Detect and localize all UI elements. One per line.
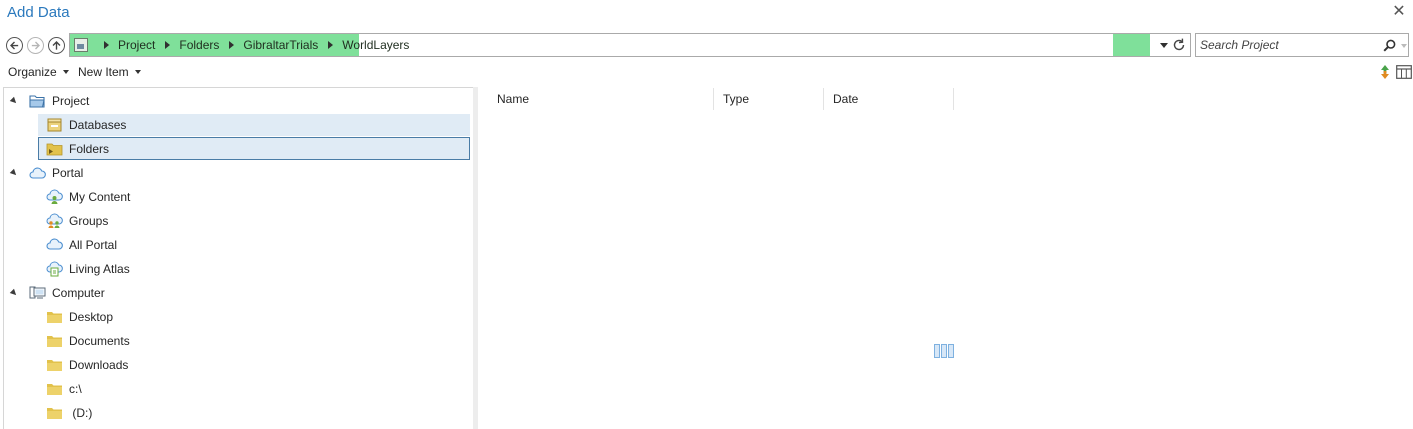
living-atlas-icon — [46, 261, 63, 277]
tree-item-groups[interactable]: Groups — [46, 210, 108, 232]
tree-item-label: (D:) — [69, 406, 93, 420]
breadcrumb: Project Folders GibraltarTrials WorldLay… — [94, 34, 409, 56]
organize-label: Organize — [8, 65, 57, 79]
folder-icon — [47, 336, 62, 347]
tree-item-label: Groups — [69, 214, 109, 228]
my-content-icon — [46, 189, 63, 204]
column-header-name[interactable]: Name — [488, 88, 714, 110]
database-icon — [47, 118, 62, 132]
new-item-button[interactable]: New Item — [78, 65, 141, 79]
column-header-date[interactable]: Date — [824, 88, 954, 110]
arrow-right-icon — [31, 41, 40, 50]
tree-item-project[interactable]: Project — [29, 90, 89, 112]
folder-icon — [47, 360, 62, 371]
tree-item-computer[interactable]: Computer — [29, 282, 105, 304]
tree-item-desktop[interactable]: Desktop — [46, 306, 113, 328]
search-input[interactable] — [1200, 37, 1380, 53]
project-folder-icon — [29, 95, 45, 108]
tree-item-label: Project — [52, 94, 90, 108]
tree-item-documents[interactable]: Documents — [46, 330, 130, 352]
tree-item-label: Desktop — [69, 310, 114, 324]
breadcrumb-gibraltartrials[interactable]: GibraltarTrials — [243, 38, 318, 52]
breadcrumb-folders[interactable]: Folders — [179, 38, 219, 52]
breadcrumb-project[interactable]: Project — [118, 38, 155, 52]
groups-icon — [46, 213, 63, 228]
title-bar: Add Data ✕ — [0, 0, 1413, 26]
tree-item-label: Downloads — [69, 358, 129, 372]
forward-button[interactable] — [27, 37, 44, 54]
breadcrumb-separator-icon[interactable] — [104, 41, 109, 49]
folder-icon — [47, 384, 62, 395]
file-list: Name Type Date — [478, 87, 1413, 429]
window-title: Add Data — [7, 4, 70, 21]
folder-connection-icon — [46, 143, 63, 155]
tree-item-label: Folders — [69, 141, 110, 156]
breadcrumb-separator-icon[interactable] — [328, 41, 334, 49]
search-box[interactable] — [1195, 33, 1409, 57]
breadcrumb-worldlayers[interactable]: WorldLayers — [342, 38, 409, 52]
tree-item-label: My Content — [69, 190, 131, 204]
chevron-down-icon — [62, 70, 69, 74]
address-bar[interactable]: Project Folders GibraltarTrials WorldLay… — [69, 33, 1191, 57]
collapse-arrow-icon[interactable] — [9, 96, 19, 106]
folder-icon — [47, 408, 62, 419]
navigation-bar: Project Folders GibraltarTrials WorldLay… — [0, 32, 1413, 58]
address-dropdown-icon[interactable] — [1160, 43, 1168, 48]
address-highlight-right — [1113, 34, 1150, 56]
computer-icon — [29, 286, 46, 299]
tree-item-folders[interactable]: Folders — [38, 137, 470, 160]
loading-bar — [934, 344, 940, 358]
loading-bar — [941, 344, 947, 358]
tree-item-drive-d[interactable]: (D:) — [46, 402, 92, 424]
search-dropdown-icon[interactable] — [1401, 44, 1407, 48]
tree-item-my-content[interactable]: My Content — [46, 186, 130, 208]
arrow-up-icon — [52, 41, 61, 50]
refresh-icon[interactable] — [1171, 37, 1187, 53]
tree-item-living-atlas[interactable]: Living Atlas — [46, 258, 130, 280]
new-item-label: New Item — [78, 65, 129, 79]
arrow-left-icon — [10, 41, 19, 50]
tree-item-label: All Portal — [69, 238, 118, 252]
breadcrumb-separator-icon[interactable] — [165, 41, 171, 49]
chevron-down-icon — [134, 70, 141, 74]
tree-item-portal[interactable]: Portal — [29, 162, 83, 184]
tree-item-all-portal[interactable]: All Portal — [46, 234, 117, 256]
tree-item-label: Documents — [69, 334, 130, 348]
tree-item-drive-c[interactable]: c:\ — [46, 378, 82, 400]
breadcrumb-separator-icon[interactable] — [229, 41, 235, 49]
cloud-icon — [29, 167, 46, 179]
toolbar: Organize New Item — [0, 62, 1413, 84]
folder-icon — [47, 312, 62, 323]
cloud-icon — [46, 238, 63, 250]
tree-item-databases[interactable]: Databases — [38, 114, 470, 136]
tree-item-label: c:\ — [69, 382, 82, 396]
navigation-tree: Project Databases Folders Portal My Cont — [3, 87, 473, 429]
tree-item-label: Portal — [52, 166, 84, 180]
close-button[interactable]: ✕ — [1391, 3, 1407, 21]
organize-button[interactable]: Organize — [8, 65, 69, 79]
collapse-arrow-icon[interactable] — [9, 168, 19, 178]
loading-bar — [948, 344, 954, 358]
location-icon — [74, 38, 88, 52]
up-button[interactable] — [48, 37, 65, 54]
loading-spinner-icon — [934, 344, 954, 358]
tree-item-label: Living Atlas — [69, 262, 130, 276]
collapse-arrow-icon[interactable] — [9, 288, 19, 298]
tree-item-label: Computer — [52, 286, 105, 300]
view-options-icon[interactable] — [1396, 65, 1412, 79]
tree-item-label: Databases — [69, 118, 127, 132]
column-header-type[interactable]: Type — [714, 88, 824, 110]
back-button[interactable] — [6, 37, 23, 54]
sort-icon[interactable] — [1378, 64, 1392, 80]
search-icon[interactable] — [1383, 39, 1396, 52]
tree-item-downloads[interactable]: Downloads — [46, 354, 128, 376]
